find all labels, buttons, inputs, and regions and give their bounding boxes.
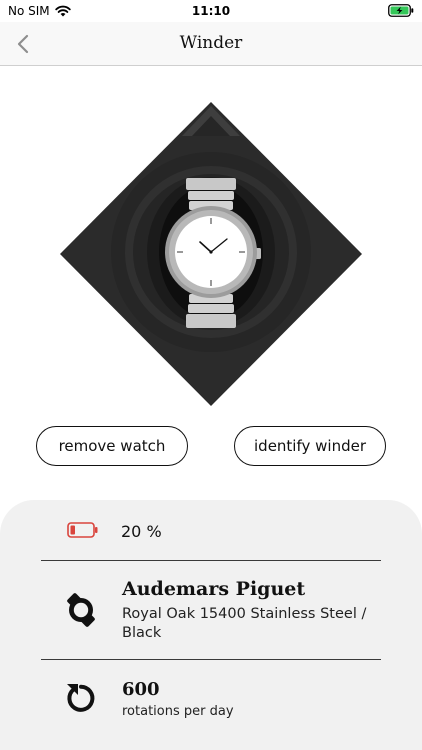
status-time: 11:10 <box>191 4 231 18</box>
watch-model: Royal Oak 15400 Stainless Steel / Black <box>122 606 367 641</box>
status-bar: No SIM 11:10 <box>0 0 422 22</box>
rotation-icon <box>67 684 95 712</box>
navigation-bar: Winder <box>0 22 422 66</box>
page-title: Winder <box>179 33 243 53</box>
watch-icon <box>67 593 95 627</box>
rotations-count: 600 <box>122 679 160 700</box>
rotations-unit: rotations per day <box>122 704 234 719</box>
winder-illustration <box>60 102 362 406</box>
battery-percentage: 20 % <box>121 522 162 541</box>
watch-brand: Audemars Piguet <box>122 578 306 600</box>
watch-row: Audemars Piguet Royal Oak 15400 Stainles… <box>0 561 422 659</box>
info-panel: 20 % Audemars Piguet Royal Oak 15400 Sta… <box>0 500 422 750</box>
remove-watch-button[interactable]: remove watch <box>36 426 188 466</box>
charging-battery-icon <box>388 4 414 17</box>
low-battery-icon <box>67 522 98 538</box>
battery-row: 20 % <box>0 500 422 560</box>
rotations-row: 600 rotations per day <box>0 660 422 750</box>
identify-winder-button[interactable]: identify winder <box>234 426 386 466</box>
